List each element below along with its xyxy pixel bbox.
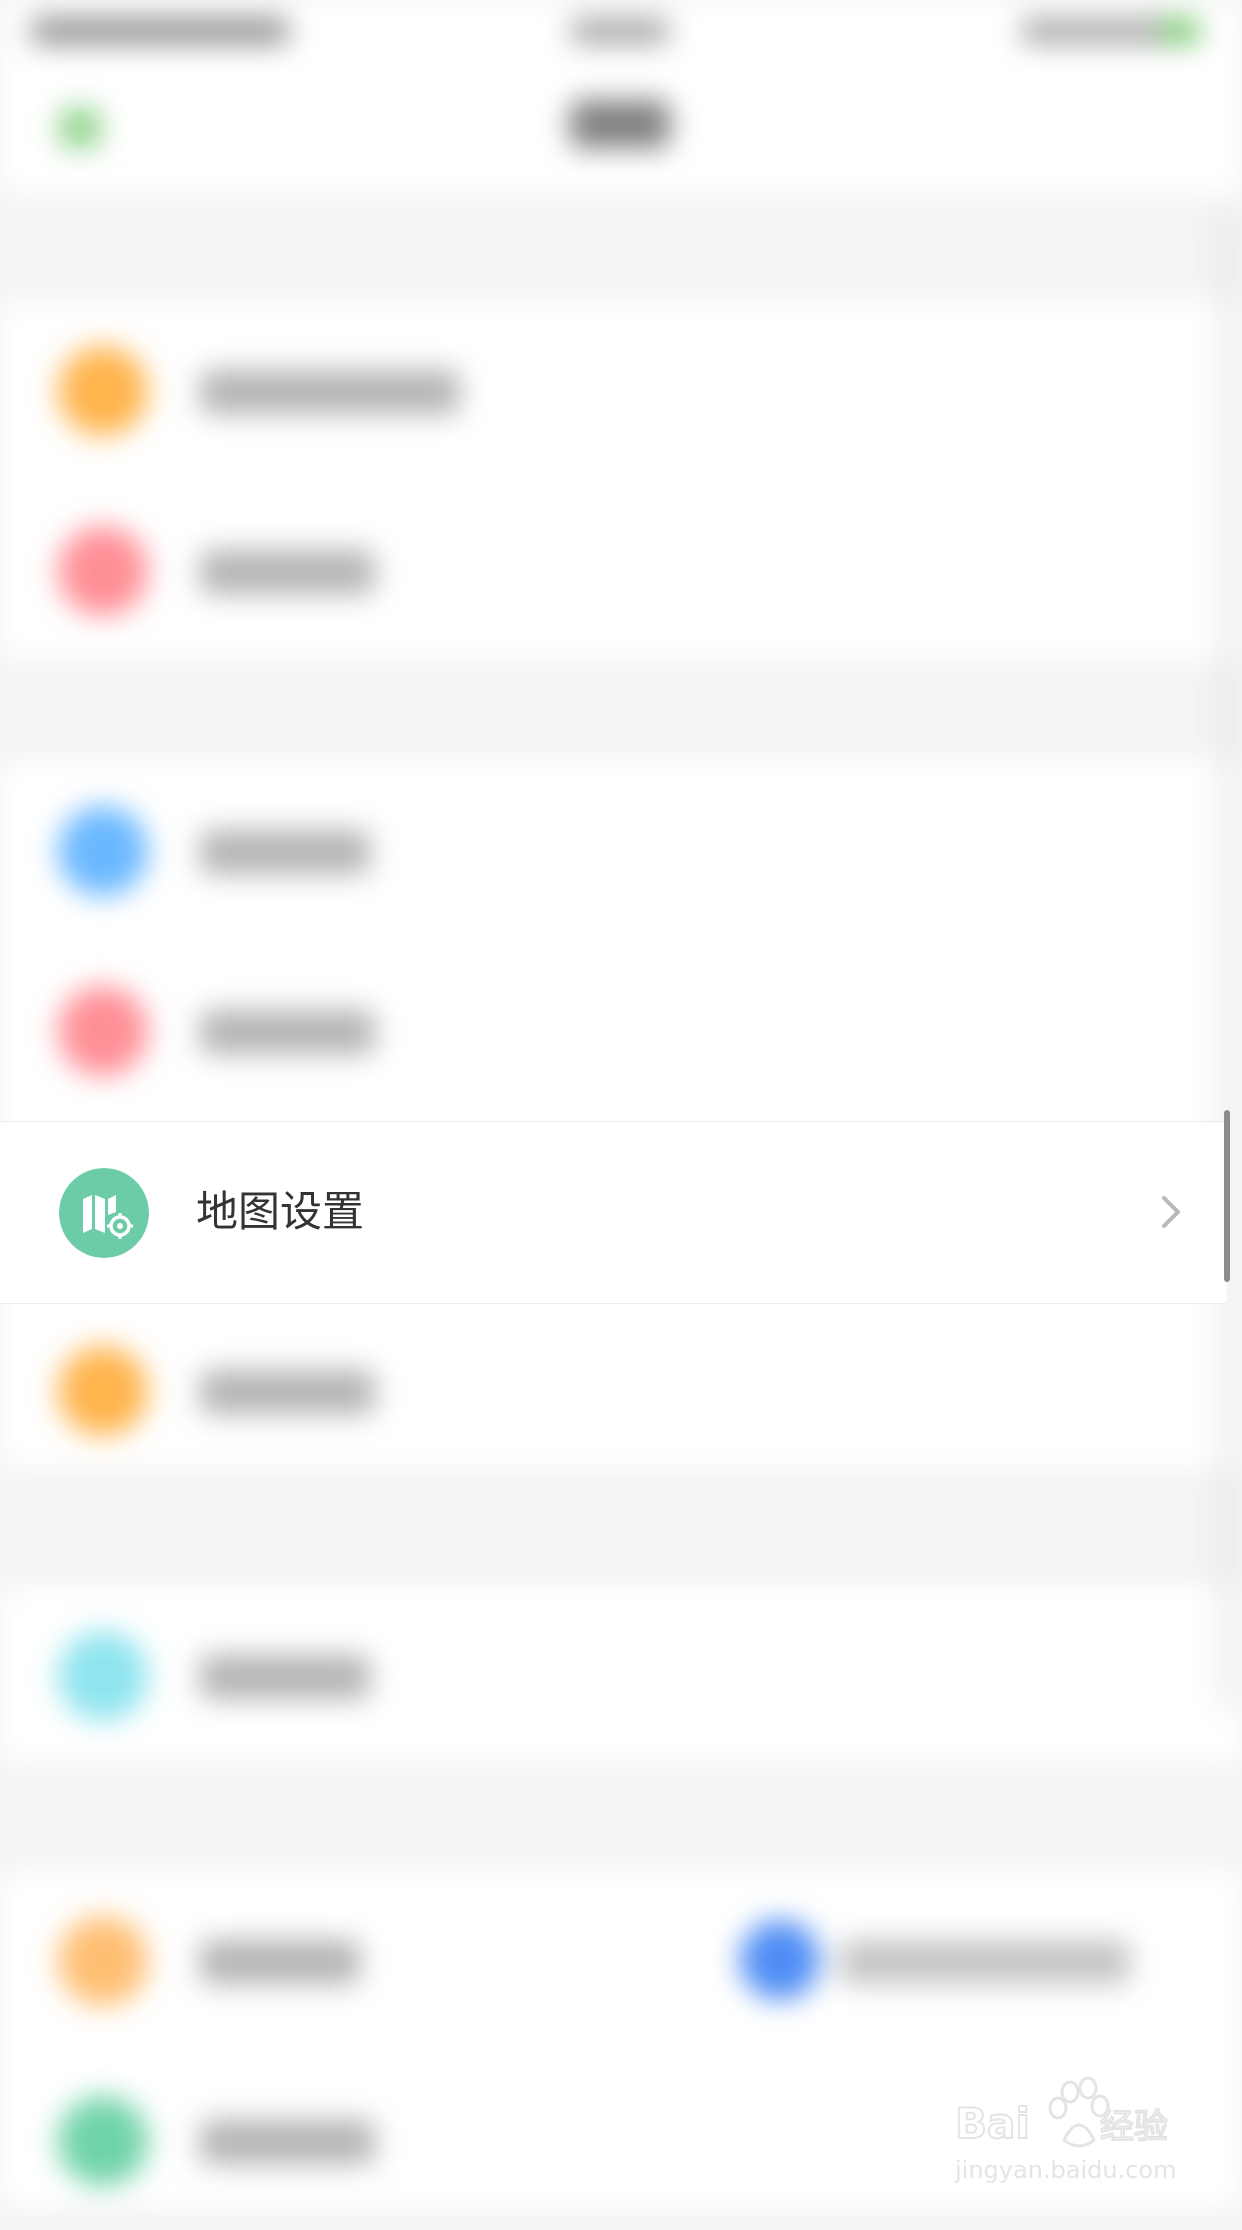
svg-text:经验: 经验 [1100, 2107, 1168, 2147]
list-item-label [200, 1370, 375, 1414]
status-time [570, 18, 670, 44]
red-icon [58, 526, 148, 616]
blurred-background [0, 0, 1242, 2208]
list-item-label [200, 370, 460, 414]
map-settings-label: 地图设置 [196, 1187, 365, 1236]
orange-icon [58, 1916, 148, 2006]
blue-icon [58, 806, 148, 896]
list-item[interactable] [0, 760, 1242, 940]
page-title [570, 100, 670, 148]
list-item[interactable] [0, 1870, 1242, 2050]
list-item-label [200, 1010, 375, 1054]
list-item[interactable] [0, 1585, 1242, 1765]
red-icon [58, 986, 148, 1076]
map-settings-icon [59, 1168, 149, 1258]
list-item-label [200, 830, 370, 874]
back-icon[interactable] [60, 108, 100, 148]
orange-icon [58, 346, 148, 436]
list-item-label [200, 550, 375, 594]
list-item[interactable] [0, 300, 1242, 480]
battery-icon [1160, 18, 1200, 44]
navigation-bar [0, 60, 1242, 195]
svg-text:Bai: Bai [955, 2099, 1030, 2148]
status-carrier [30, 18, 290, 44]
settings-group-1 [0, 300, 1242, 660]
blue-icon [740, 1920, 820, 2000]
scrollbar-track [1222, 210, 1230, 1710]
list-item-label [200, 2120, 375, 2164]
green-icon [58, 2096, 148, 2186]
list-item[interactable] [0, 940, 1242, 1120]
settings-group-3 [0, 1585, 1242, 1765]
scrollbar-thumb[interactable] [1224, 1110, 1230, 1282]
baidu-jingyan-watermark: Bai 经验 jingyan.baidu.com [954, 2076, 1176, 2184]
list-item-value [840, 1940, 1130, 1984]
svg-text:jingyan.baidu.com: jingyan.baidu.com [954, 2156, 1176, 2184]
settings-group-2 [0, 760, 1242, 1470]
cyan-icon [58, 1631, 148, 1721]
orange-icon [58, 1346, 148, 1436]
list-item-label [200, 1655, 370, 1699]
map-settings-row[interactable]: 地图设置 [0, 1121, 1226, 1304]
list-item[interactable] [0, 1300, 1242, 1480]
settings-page: 地图设置 Bai 经验 jingyan.baidu.com [0, 0, 1242, 2208]
list-item-label [200, 1940, 360, 1984]
list-item[interactable] [0, 480, 1242, 660]
status-bar [0, 0, 1242, 60]
chevron-right-icon [1162, 1196, 1180, 1228]
